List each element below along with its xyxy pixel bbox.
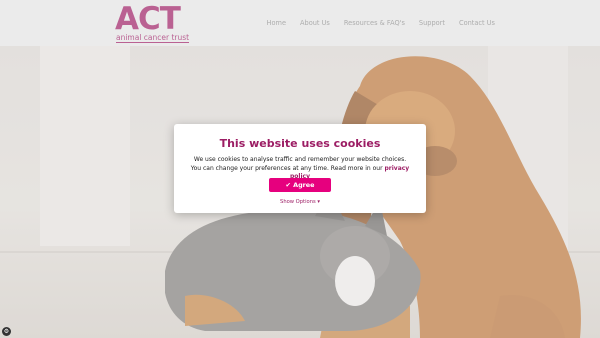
agree-label: Agree [293,181,315,189]
cookie-dialog-title: This website uses cookies [219,137,381,150]
agree-button[interactable]: ✔ Agree [269,178,331,192]
caret-down-icon: ▾ [317,199,320,205]
check-icon: ✔ [285,181,291,189]
show-options-button[interactable]: Show Options ▾ [174,199,426,205]
show-options-label: Show Options [280,199,316,205]
cookie-consent-dialog: This website uses cookies We use cookies… [174,124,426,213]
cookie-settings-icon[interactable]: ⚙ [2,327,11,336]
cookie-body-text: We use cookies to analyse traffic and re… [190,156,407,172]
